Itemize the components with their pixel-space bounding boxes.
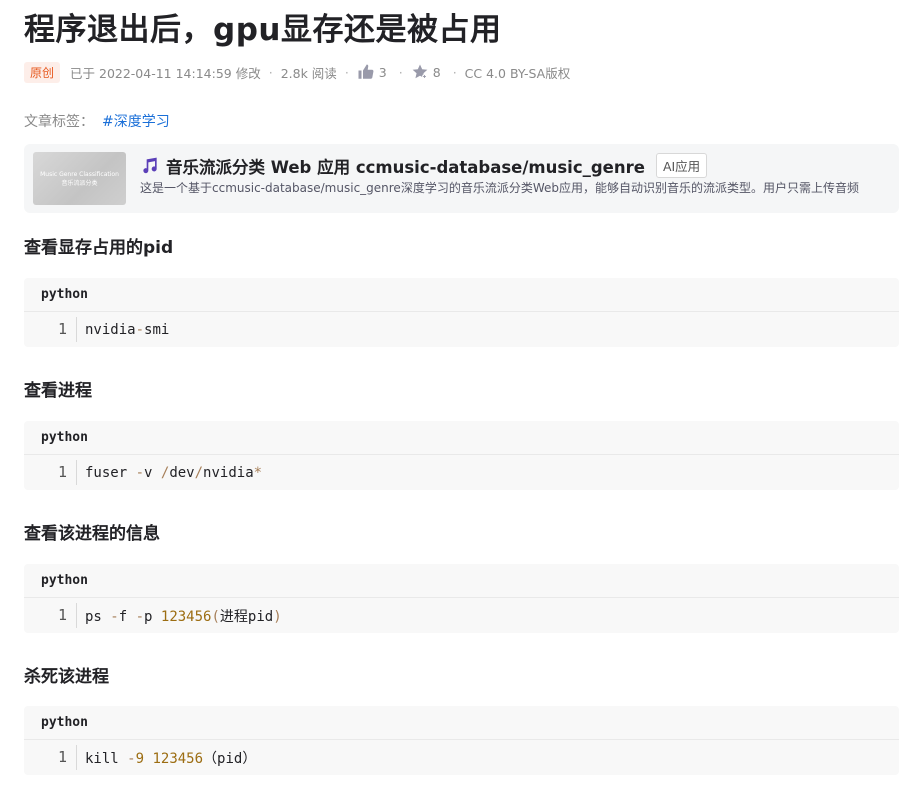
- card-thumbnail: Music Genre Classification 音乐流派分类: [33, 152, 126, 205]
- line-number: 1: [24, 603, 77, 628]
- code-block: python 1 ps -f -p 123456(进程pid): [24, 564, 899, 633]
- music-note-icon: [140, 156, 166, 176]
- line-number: 1: [24, 745, 77, 770]
- thumbnail-subtitle: 音乐流派分类: [61, 179, 98, 187]
- code-token: f: [118, 608, 136, 625]
- code-token: (: [211, 608, 220, 625]
- favorite-button[interactable]: 8: [411, 63, 441, 81]
- code-line: 1 nvidia-smi: [24, 312, 899, 347]
- article-title: 程序退出后，gpu显存还是被占用: [24, 12, 502, 48]
- tag-link[interactable]: #深度学习: [102, 114, 170, 130]
- code-language: python: [24, 278, 899, 312]
- code-token: 123456: [152, 750, 204, 767]
- thumbnail-title: Music Genre Classification: [40, 170, 119, 178]
- code-token: 进程pid: [219, 608, 274, 625]
- promo-card[interactable]: Music Genre Classification 音乐流派分类 音乐流派分类…: [24, 144, 899, 213]
- code-token: ): [273, 608, 282, 625]
- card-title[interactable]: 音乐流派分类 Web 应用 ccmusic-database/music_gen…: [140, 153, 708, 178]
- meta-separator: ·: [452, 64, 457, 80]
- code-source: fuser -v /dev/nvidia*: [77, 465, 262, 481]
- code-token: 123456: [160, 608, 212, 625]
- code-token: -: [135, 608, 145, 625]
- like-button[interactable]: 3: [357, 63, 387, 81]
- code-token: fuser: [85, 464, 136, 481]
- code-token: -: [135, 321, 145, 338]
- code-token: -: [135, 464, 145, 481]
- article-tags: 文章标签： #深度学习: [24, 111, 170, 131]
- article-meta: 原创 已于 2022-04-11 14:14:59 修改 · 2.8k 阅读 ·…: [24, 61, 570, 83]
- section-heading: 查看该进程的信息: [24, 524, 160, 544]
- code-line: 1 fuser -v /dev/nvidia*: [24, 455, 899, 490]
- section-heading: 查看显存占用的pid: [24, 238, 174, 258]
- modified-date: 已于 2022-04-11 14:14:59 修改: [70, 65, 261, 81]
- star-icon: [411, 63, 429, 81]
- code-token: （pid）: [203, 750, 257, 767]
- code-token: /: [194, 464, 204, 481]
- line-number: 1: [24, 317, 77, 342]
- code-token: ps: [85, 608, 111, 625]
- view-count: 2.8k 阅读: [280, 65, 337, 81]
- code-line: 1 ps -f -p 123456(进程pid): [24, 598, 899, 633]
- code-token: -: [127, 750, 136, 767]
- license-link[interactable]: CC 4.0 BY-SA版权: [465, 63, 571, 82]
- code-token: nvidia: [203, 464, 254, 481]
- code-block: python 1 nvidia-smi: [24, 278, 899, 347]
- line-number: 1: [24, 460, 77, 485]
- code-token: *: [253, 464, 263, 481]
- code-block: python 1 kill -9 123456（pid）: [24, 706, 899, 775]
- original-badge: 原创: [24, 61, 61, 83]
- code-token: nvidia: [85, 321, 136, 338]
- code-token: -: [110, 608, 119, 625]
- thumbs-up-icon: [357, 63, 375, 81]
- code-token: smi: [144, 321, 170, 338]
- code-language: python: [24, 564, 899, 598]
- like-count: 3: [378, 64, 387, 80]
- ai-app-badge: AI应用: [655, 153, 708, 178]
- section-heading: 杀死该进程: [24, 667, 109, 687]
- code-token: 9: [135, 750, 145, 767]
- code-source: nvidia-smi: [77, 322, 169, 338]
- meta-separator: ·: [398, 64, 403, 80]
- code-language: python: [24, 706, 899, 740]
- code-token: kill: [85, 750, 128, 767]
- meta-separator: ·: [344, 64, 349, 80]
- code-language: python: [24, 421, 899, 455]
- card-description: 这是一个基于ccmusic-database/music_genre深度学习的音…: [140, 181, 859, 195]
- favorite-count: 8: [432, 64, 441, 80]
- meta-separator: ·: [268, 64, 273, 80]
- code-token: dev: [169, 464, 195, 481]
- code-token: p: [144, 608, 161, 625]
- code-line: 1 kill -9 123456（pid）: [24, 740, 899, 775]
- code-token: v: [144, 464, 161, 481]
- card-title-text: 音乐流派分类 Web 应用 ccmusic-database/music_gen…: [166, 157, 645, 177]
- code-source: kill -9 123456（pid）: [77, 748, 256, 768]
- code-source: ps -f -p 123456(进程pid): [77, 606, 282, 626]
- tags-label: 文章标签：: [24, 114, 94, 130]
- code-block: python 1 fuser -v /dev/nvidia*: [24, 421, 899, 490]
- section-heading: 查看进程: [24, 381, 92, 401]
